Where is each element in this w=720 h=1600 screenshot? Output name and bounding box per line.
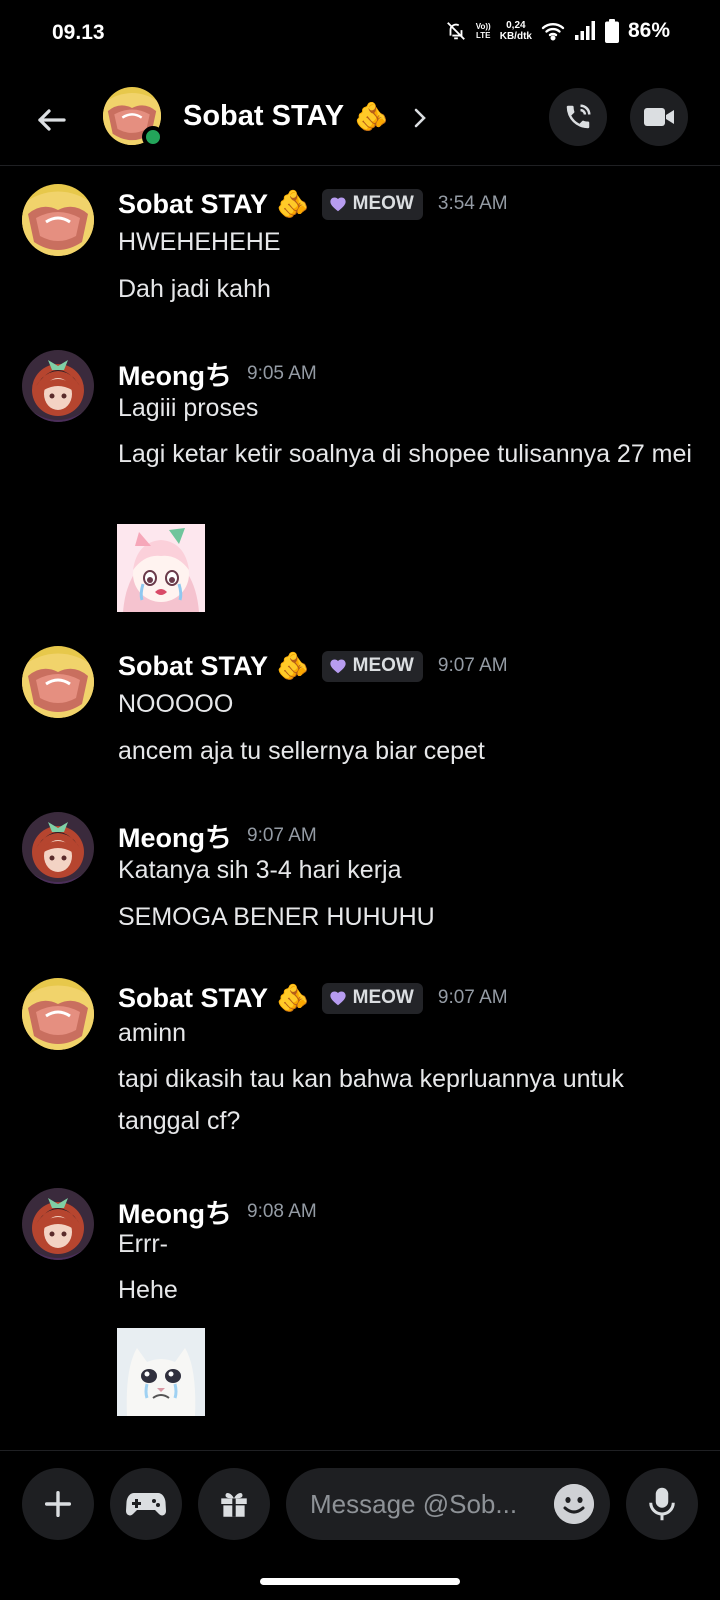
- contact-avatar[interactable]: [103, 87, 164, 148]
- speed-unit: KB/dtk: [499, 31, 532, 42]
- gift-icon: [221, 1493, 247, 1517]
- author-avatar[interactable]: [22, 978, 94, 1050]
- server-tag[interactable]: MEOW: [321, 982, 423, 1014]
- message-timestamp: 3:54 AM: [437, 193, 508, 214]
- message-text: Lagiii proses: [118, 394, 259, 422]
- battery-percent: 86%: [627, 19, 670, 42]
- message-text: SEMOGA BENER HUHUHU: [118, 903, 435, 931]
- back-button[interactable]: [30, 98, 74, 142]
- message-text: Errr-: [118, 1230, 168, 1258]
- author-name[interactable]: Sobat STAY: [118, 189, 268, 220]
- contact-name[interactable]: Sobat STAY 🫵: [183, 100, 389, 133]
- author-avatar[interactable]: [22, 1188, 94, 1260]
- activities-button[interactable]: [110, 1468, 182, 1540]
- pointing-hand-emoji: 🫵: [276, 983, 310, 1013]
- server-tag[interactable]: MEOW: [321, 188, 423, 220]
- status-bar: 09.13 Vo)) LTE 0,24 KB/dtk 86%: [0, 0, 720, 68]
- message-timestamp: 9:07 AM: [437, 655, 508, 676]
- voice-call-button[interactable]: [549, 88, 607, 146]
- message-timestamp: 9:07 AM: [247, 824, 317, 846]
- video-call-button[interactable]: [630, 88, 688, 146]
- message-text: Dah jadi kahh: [118, 275, 271, 303]
- message-timestamp: 9:07 AM: [437, 987, 508, 1008]
- message-text: ancem aja tu sellernya biar cepet: [118, 737, 485, 765]
- anime-girl-crying-sticker[interactable]: [117, 524, 205, 612]
- author-avatar[interactable]: [22, 350, 94, 422]
- message-text: Hehe: [118, 1276, 178, 1304]
- message-text: tapi dikasih tau kan bahwa keprluannya u…: [118, 1065, 624, 1135]
- add-attachment-button[interactable]: [22, 1468, 94, 1540]
- author-name[interactable]: Sobat STAY: [118, 983, 268, 1014]
- microphone-icon: [649, 1487, 675, 1521]
- wifi-icon: [541, 23, 565, 41]
- emoji-button[interactable]: [554, 1484, 594, 1524]
- chat-header: Sobat STAY 🫵: [0, 78, 720, 166]
- message-text: aminn: [118, 1019, 187, 1047]
- gift-button[interactable]: [198, 1468, 270, 1540]
- server-tag-label: MEOW: [352, 655, 414, 676]
- message-input-wrapper: [286, 1468, 610, 1540]
- volte-label: Vo)): [475, 22, 491, 31]
- plus-icon: [44, 1490, 72, 1518]
- author-name[interactable]: Sobat STAY: [118, 651, 268, 682]
- server-tag-label: MEOW: [352, 193, 414, 214]
- purple-heart-icon: [330, 197, 346, 212]
- message-header: Sobat STAY 🫵 MEOW 3:54 AM: [118, 188, 508, 220]
- author-avatar[interactable]: [22, 646, 94, 718]
- message-text: HWEHEHEHE: [118, 228, 281, 256]
- status-icons: Vo)) LTE 0,24 KB/dtk 86%: [445, 19, 670, 43]
- pointing-hand-emoji: 🫵: [354, 101, 390, 132]
- lte-label: LTE: [475, 31, 491, 40]
- speed-value: 0,24: [506, 20, 526, 31]
- message-timestamp: 9:08 AM: [247, 1200, 317, 1222]
- message-list[interactable]: Sobat STAY 🫵 MEOW 3:54 AM HWEHEHEHE Dah …: [0, 168, 720, 1450]
- message-timestamp: 9:05 AM: [247, 362, 317, 384]
- message-input[interactable]: [310, 1488, 540, 1520]
- online-status-indicator: [142, 126, 164, 148]
- network-speed: 0,24 KB/dtk: [500, 20, 532, 42]
- author-avatar[interactable]: [22, 812, 94, 884]
- chevron-right-icon[interactable]: [412, 105, 428, 131]
- voice-message-button[interactable]: [626, 1468, 698, 1540]
- arrow-left-icon: [38, 109, 66, 131]
- purple-heart-icon: [330, 991, 346, 1006]
- contact-name-text: Sobat STAY: [183, 100, 345, 132]
- pointing-hand-emoji: 🫵: [276, 651, 310, 681]
- status-time: 09.13: [52, 21, 105, 44]
- battery-icon: [604, 19, 619, 43]
- video-camera-icon: [644, 108, 674, 126]
- smiley-face-icon: [554, 1484, 594, 1524]
- message-text: Katanya sih 3-4 hari kerja: [118, 856, 402, 884]
- server-tag[interactable]: MEOW: [321, 650, 423, 682]
- mute-notification-icon: [446, 22, 465, 40]
- phone-icon: [566, 104, 591, 129]
- message-text: Lagi ketar ketir soalnya di shopee tulis…: [118, 440, 692, 468]
- crying-cat-sticker[interactable]: [117, 1328, 205, 1416]
- gamepad-icon: [126, 1493, 166, 1516]
- signal-icon: [574, 21, 595, 40]
- home-indicator[interactable]: [260, 1578, 460, 1585]
- purple-heart-icon: [330, 659, 346, 674]
- pointing-hand-emoji: 🫵: [276, 189, 310, 219]
- author-avatar[interactable]: [22, 184, 94, 256]
- message-header: Sobat STAY 🫵 MEOW 9:07 AM: [118, 982, 508, 1014]
- message-header: Sobat STAY 🫵 MEOW 9:07 AM: [118, 650, 508, 682]
- server-tag-label: MEOW: [352, 987, 414, 1008]
- message-text: NOOOOO: [118, 690, 234, 718]
- network-type: Vo)) LTE: [476, 22, 491, 40]
